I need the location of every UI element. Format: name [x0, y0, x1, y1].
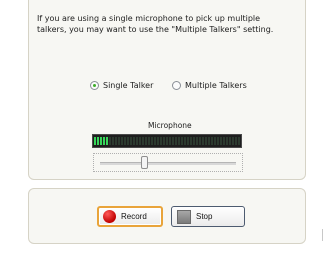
window-edge [322, 229, 323, 241]
meter-segment-off [220, 137, 222, 145]
meter-segment-off [214, 137, 216, 145]
meter-segment-off [163, 137, 165, 145]
controls-panel [28, 188, 306, 244]
meter-segment-off [193, 137, 195, 145]
meter-segment-off [154, 137, 156, 145]
meter-segment-off [232, 137, 234, 145]
meter-segment-off [208, 137, 210, 145]
slider-track [100, 162, 236, 165]
meter-segment-off [139, 137, 141, 145]
meter-segment-off [160, 137, 162, 145]
meter-segment-off [148, 137, 150, 145]
meter-segment-off [118, 137, 120, 145]
stop-button[interactable]: Stop [171, 206, 245, 227]
meter-segment-off [145, 137, 147, 145]
slider-thumb[interactable] [141, 156, 149, 169]
meter-segment-off [169, 137, 171, 145]
meter-segment-off [196, 137, 198, 145]
stop-button-label: Stop [196, 212, 213, 221]
stop-square-icon [177, 209, 191, 224]
single-talker-radio[interactable]: Single Talker [90, 81, 153, 90]
meter-segment-off [127, 137, 129, 145]
meter-segment-off [115, 137, 117, 145]
meter-segment-off [229, 137, 231, 145]
meter-segment-off [175, 137, 177, 145]
multiple-talkers-label: Multiple Talkers [185, 81, 247, 90]
meter-segment-lit [94, 137, 96, 145]
meter-segment-off [181, 137, 183, 145]
meter-segment-off [130, 137, 132, 145]
meter-segment-off [172, 137, 174, 145]
meter-segments [94, 137, 240, 145]
meter-segment-off [151, 137, 153, 145]
meter-segment-off [202, 137, 204, 145]
meter-segment-off [109, 137, 111, 145]
instruction-text: If you are using a single microphone to … [37, 14, 274, 34]
microphone-label: Microphone [148, 121, 192, 130]
meter-segment-off [166, 137, 168, 145]
meter-segment-off [223, 137, 225, 145]
meter-segment-off [184, 137, 186, 145]
meter-segment-off [187, 137, 189, 145]
meter-segment-off [157, 137, 159, 145]
meter-segment-lit [106, 137, 108, 145]
single-talker-label: Single Talker [103, 81, 154, 90]
meter-segment-off [211, 137, 213, 145]
meter-segment-off [205, 137, 207, 145]
meter-segment-off [199, 137, 201, 145]
meter-segment-off [136, 137, 138, 145]
meter-segment-off [121, 137, 123, 145]
record-button-label: Record [121, 212, 147, 221]
meter-segment-lit [103, 137, 105, 145]
meter-segment-off [142, 137, 144, 145]
meter-segment-off [178, 137, 180, 145]
meter-segment-off [112, 137, 114, 145]
meter-segment-off [133, 137, 135, 145]
microphone-level-meter [92, 134, 242, 148]
record-circle-icon [103, 210, 116, 223]
meter-segment-off [226, 137, 228, 145]
meter-segment-lit [100, 137, 102, 145]
meter-segment-off [190, 137, 192, 145]
meter-segment-off [235, 137, 237, 145]
record-button[interactable]: Record [97, 206, 163, 227]
meter-segment-off [124, 137, 126, 145]
meter-segment-lit [97, 137, 99, 145]
meter-segment-off [217, 137, 219, 145]
microphone-gain-slider[interactable] [93, 153, 243, 172]
radio-checked-icon [90, 81, 99, 90]
radio-unchecked-icon [172, 81, 181, 90]
meter-segment-off [238, 137, 240, 145]
multiple-talkers-radio[interactable]: Multiple Talkers [172, 81, 247, 90]
